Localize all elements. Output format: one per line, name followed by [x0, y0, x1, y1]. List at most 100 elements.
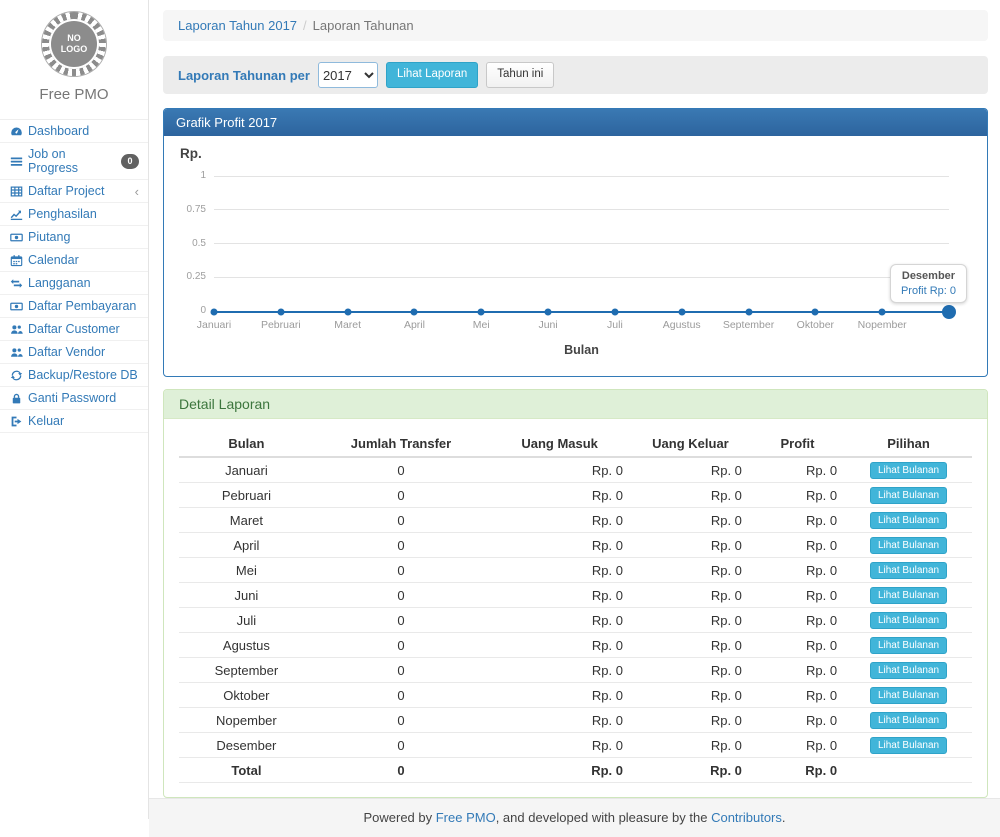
- sidebar-item-label: Backup/Restore DB: [28, 368, 138, 382]
- tahun-ini-button[interactable]: Tahun ini: [486, 62, 554, 88]
- chart-point-pebruari[interactable]: [277, 309, 284, 316]
- logo-text: NO LOGO: [58, 33, 90, 56]
- table-row-september: September 0 Rp. 0 Rp. 0 Rp. 0 Lihat Bula…: [179, 658, 972, 683]
- header-pilihan: Pilihan: [845, 431, 972, 457]
- table-row-pebruari: Pebruari 0 Rp. 0 Rp. 0 Rp. 0 Lihat Bulan…: [179, 483, 972, 508]
- sidebar-item-job-on-progress[interactable]: Job on Progress 0: [0, 143, 148, 180]
- chart-point-april[interactable]: [411, 309, 418, 316]
- lihat-laporan-button[interactable]: Lihat Laporan: [386, 62, 478, 88]
- count-badge: 0: [121, 154, 139, 169]
- chart-panel-title: Grafik Profit 2017: [164, 109, 987, 136]
- footer-link-contributors[interactable]: Contributors: [711, 810, 782, 825]
- x-tick-september: September: [723, 319, 774, 331]
- dashboard-icon: [9, 124, 23, 138]
- header-bulan: Bulan: [179, 431, 314, 457]
- lihat-bulanan-button-pebruari[interactable]: Lihat Bulanan: [870, 487, 947, 504]
- lihat-bulanan-button-maret[interactable]: Lihat Bulanan: [870, 512, 947, 529]
- chart-point-juli[interactable]: [611, 309, 618, 316]
- calendar-icon: [9, 253, 23, 267]
- sidebar-item-label: Daftar Vendor: [28, 345, 105, 359]
- profit-chart: Rp. 10.750.50.250 JanuariPebruariMaretAp…: [164, 136, 987, 376]
- table-row-april: April 0 Rp. 0 Rp. 0 Rp. 0 Lihat Bulanan: [179, 533, 972, 558]
- footer-text-suffix: .: [782, 810, 786, 825]
- chart-point-nopember[interactable]: [879, 309, 886, 316]
- sidebar-item-langganan[interactable]: Langganan: [0, 272, 148, 295]
- filter-label: Laporan Tahunan per: [178, 68, 310, 83]
- sidebar-item-piutang[interactable]: Piutang: [0, 226, 148, 249]
- footer-text-middle: , and developed with pleasure by the: [496, 810, 711, 825]
- logo-area: NO LOGO Free PMO: [0, 0, 148, 113]
- x-tick-mei: Mei: [473, 319, 490, 331]
- sidebar-item-daftar-project[interactable]: Daftar Project ‹: [0, 180, 148, 203]
- lihat-bulanan-button-juni[interactable]: Lihat Bulanan: [870, 587, 947, 604]
- lihat-bulanan-button-nopember[interactable]: Lihat Bulanan: [870, 712, 947, 729]
- chart-point-maret[interactable]: [344, 309, 351, 316]
- lihat-bulanan-button-januari[interactable]: Lihat Bulanan: [870, 462, 947, 479]
- breadcrumb-separator: /: [303, 18, 307, 33]
- sidebar-item-label: Piutang: [28, 230, 70, 244]
- chart-point-mei[interactable]: [478, 309, 485, 316]
- lihat-bulanan-button-juli[interactable]: Lihat Bulanan: [870, 612, 947, 629]
- report-filter-bar: Laporan Tahunan per 2017 Lihat Laporan T…: [163, 56, 988, 94]
- x-tick-nopember: Nopember: [858, 319, 907, 331]
- main-column: Laporan Tahun 2017 / Laporan Tahunan Lapor…: [149, 0, 1000, 819]
- table-row-desember: Desember 0 Rp. 0 Rp. 0 Rp. 0 Lihat Bulan…: [179, 733, 972, 758]
- sidebar-item-keluar[interactable]: Keluar: [0, 410, 148, 433]
- breadcrumb-link-laporan-tahun[interactable]: Laporan Tahun 2017: [178, 18, 297, 33]
- sidebar-item-daftar-customer[interactable]: Daftar Customer: [0, 318, 148, 341]
- sidebar-item-label: Calendar: [28, 253, 79, 267]
- table-row-oktober: Oktober 0 Rp. 0 Rp. 0 Rp. 0 Lihat Bulana…: [179, 683, 972, 708]
- chart-point-januari[interactable]: [211, 309, 218, 316]
- report-table: Bulan Jumlah Transfer Uang Masuk Uang Ke…: [179, 431, 972, 783]
- users-icon: [9, 345, 23, 359]
- chart-y-axis-label: Rp.: [180, 146, 202, 161]
- lihat-bulanan-button-april[interactable]: Lihat Bulanan: [870, 537, 947, 554]
- sign-out-icon: [9, 414, 23, 428]
- tooltip-month: Desember: [901, 270, 956, 282]
- sidebar-item-daftar-vendor[interactable]: Daftar Vendor: [0, 341, 148, 364]
- chart-x-labels: JanuariPebruariMaretAprilMeiJuniJuliAgus…: [214, 319, 949, 333]
- sidebar: NO LOGO Free PMO Dashboard Job on Progre…: [0, 0, 149, 819]
- lock-icon: [9, 391, 23, 405]
- table-total-row: Total 0 Rp. 0 Rp. 0 Rp. 0: [179, 758, 972, 783]
- table-icon: [9, 184, 23, 198]
- footer-link-free-pmo[interactable]: Free PMO: [436, 810, 496, 825]
- lihat-bulanan-button-desember[interactable]: Lihat Bulanan: [870, 737, 947, 754]
- sidebar-item-penghasilan[interactable]: Penghasilan: [0, 203, 148, 226]
- breadcrumb-current: Laporan Tahunan: [313, 18, 414, 33]
- footer: Powered by Free PMO, and developed with …: [149, 798, 1000, 837]
- app: NO LOGO Free PMO Dashboard Job on Progre…: [0, 0, 1000, 819]
- sidebar-item-label: Daftar Pembayaran: [28, 299, 136, 313]
- retweet-icon: [9, 276, 23, 290]
- table-row-maret: Maret 0 Rp. 0 Rp. 0 Rp. 0 Lihat Bulanan: [179, 508, 972, 533]
- lihat-bulanan-button-oktober[interactable]: Lihat Bulanan: [870, 687, 947, 704]
- table-row-juni: Juni 0 Rp. 0 Rp. 0 Rp. 0 Lihat Bulanan: [179, 583, 972, 608]
- sidebar-item-calendar[interactable]: Calendar: [0, 249, 148, 272]
- users-icon: [9, 322, 23, 336]
- profit-chart-panel: Grafik Profit 2017 Rp. 10.750.50.250 Jan…: [163, 108, 988, 377]
- sidebar-item-label: Langganan: [28, 276, 91, 290]
- table-header-row: Bulan Jumlah Transfer Uang Masuk Uang Ke…: [179, 431, 972, 457]
- sidebar-item-label: Job on Progress: [28, 147, 116, 175]
- chart-point-desember[interactable]: [942, 305, 956, 319]
- header-profit: Profit: [750, 431, 845, 457]
- x-tick-maret: Maret: [334, 319, 361, 331]
- year-select[interactable]: 2017: [318, 62, 378, 88]
- sidebar-item-dashboard[interactable]: Dashboard: [0, 120, 148, 143]
- chart-point-juni[interactable]: [545, 309, 552, 316]
- money-icon: [9, 230, 23, 244]
- sidebar-item-ganti-password[interactable]: Ganti Password: [0, 387, 148, 410]
- tooltip-value: Profit Rp: 0: [901, 285, 956, 297]
- sidebar-item-backup-restore-db[interactable]: Backup/Restore DB: [0, 364, 148, 387]
- sidebar-item-label: Daftar Project: [28, 184, 104, 198]
- chart-point-september[interactable]: [745, 309, 752, 316]
- chart-point-oktober[interactable]: [812, 309, 819, 316]
- chart-point-agustus[interactable]: [678, 309, 685, 316]
- lihat-bulanan-button-agustus[interactable]: Lihat Bulanan: [870, 637, 947, 654]
- sidebar-item-label: Daftar Customer: [28, 322, 120, 336]
- lihat-bulanan-button-mei[interactable]: Lihat Bulanan: [870, 562, 947, 579]
- x-tick-pebruari: Pebruari: [261, 319, 301, 331]
- sidebar-item-daftar-pembayaran[interactable]: Daftar Pembayaran: [0, 295, 148, 318]
- sidebar-nav: Dashboard Job on Progress 0 Daftar Proje…: [0, 119, 148, 433]
- lihat-bulanan-button-september[interactable]: Lihat Bulanan: [870, 662, 947, 679]
